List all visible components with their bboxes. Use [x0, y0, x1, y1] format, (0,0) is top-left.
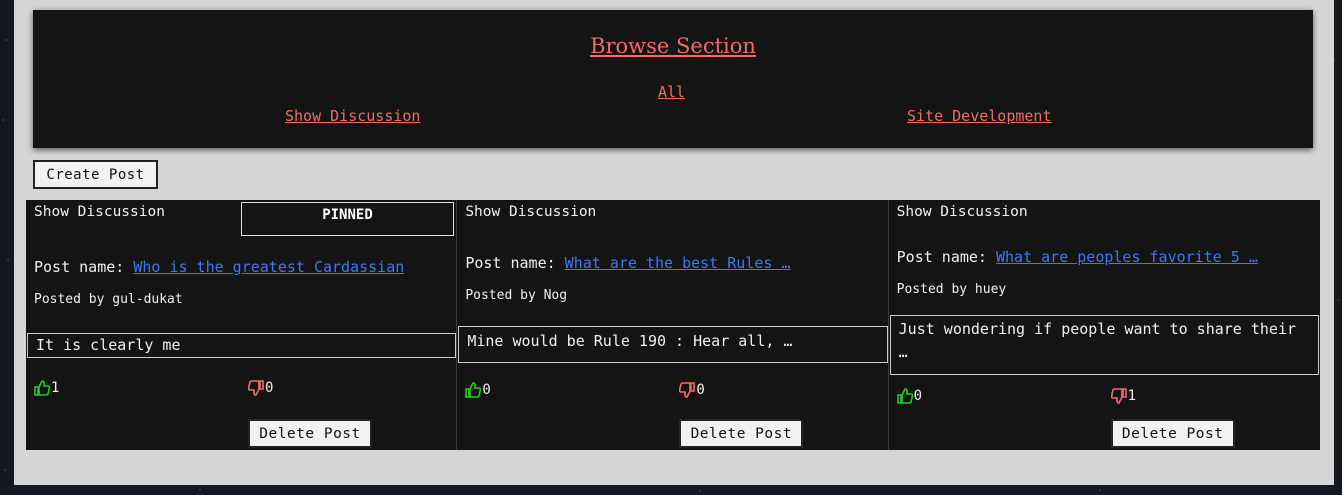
thumbs-up-icon [34, 380, 50, 396]
post-section: Show Discussion [465, 204, 597, 220]
delete-post-button[interactable]: Delete Post [248, 419, 372, 448]
upvote-control[interactable]: 0 [465, 382, 491, 398]
post-title-link[interactable]: What are peoples favorite 5 … [996, 248, 1258, 266]
browse-section-link[interactable]: Browse Section [590, 34, 756, 58]
post-body: Mine would be Rule 190 : Hear all, … [458, 326, 889, 363]
thumbs-up-icon [896, 388, 913, 404]
filter-site-development-link[interactable]: Site Development [907, 107, 1052, 125]
pinned-badge: PINNED [241, 202, 454, 236]
post-author: Posted by Nog [465, 288, 568, 303]
create-post-button[interactable]: Create Post [33, 160, 158, 189]
post-name-row: Post name: What are peoples favorite 5 … [897, 248, 1258, 266]
post-name-label: Post name: [465, 254, 565, 272]
delete-post-button[interactable]: Delete Post [1110, 419, 1235, 448]
thumbs-up-icon [465, 382, 482, 398]
post-body: Just wondering if people want to share t… [889, 315, 1319, 375]
post-title-link[interactable]: Who is the greatest Cardassian [133, 258, 404, 276]
post-section: Show Discussion [896, 204, 1028, 220]
downvote-control[interactable]: 0 [248, 380, 273, 396]
downvote-count: 1 [1127, 388, 1137, 404]
upvote-count: 0 [482, 382, 491, 398]
downvote-count: 0 [265, 380, 274, 396]
downvote-control[interactable]: 0 [679, 382, 705, 398]
upvote-count: 0 [913, 388, 923, 404]
thumbs-down-icon [1110, 388, 1127, 404]
delete-post-button[interactable]: Delete Post [679, 419, 804, 448]
upvote-count: 1 [51, 380, 60, 396]
post-card: Show Discussion PINNED Post name: Who is… [26, 200, 458, 450]
post-title-link[interactable]: What are the best Rules … [565, 254, 791, 272]
post-body: It is clearly me [27, 333, 456, 358]
browse-header: Browse Section All Show Discussion Site … [33, 10, 1313, 148]
main-panel: Browse Section All Show Discussion Site … [14, 0, 1334, 485]
downvote-count: 0 [696, 382, 705, 398]
post-name-row: Post name: Who is the greatest Cardassia… [34, 258, 404, 276]
upvote-control[interactable]: 0 [896, 388, 923, 404]
thumbs-down-icon [248, 380, 264, 396]
post-name-label: Post name: [896, 248, 996, 266]
post-author: Posted by gul-dukat [34, 292, 183, 307]
filter-all-link[interactable]: All [658, 83, 685, 101]
post-card: Show Discussion Post name: What are peop… [889, 200, 1320, 450]
thumbs-down-icon [679, 382, 696, 398]
post-section: Show Discussion [34, 204, 165, 220]
post-list: Show Discussion PINNED Post name: Who is… [26, 200, 1320, 450]
post-card: Show Discussion Post name: What are the … [457, 200, 889, 450]
downvote-control[interactable]: 1 [1110, 388, 1137, 404]
post-author: Posted by huey [896, 282, 1007, 297]
filter-show-discussion-link[interactable]: Show Discussion [285, 107, 420, 125]
post-name-row: Post name: What are the best Rules … [465, 254, 790, 272]
upvote-control[interactable]: 1 [34, 380, 59, 396]
post-name-label: Post name: [34, 258, 134, 276]
browse-section-title-wrap: Browse Section [33, 34, 1313, 58]
